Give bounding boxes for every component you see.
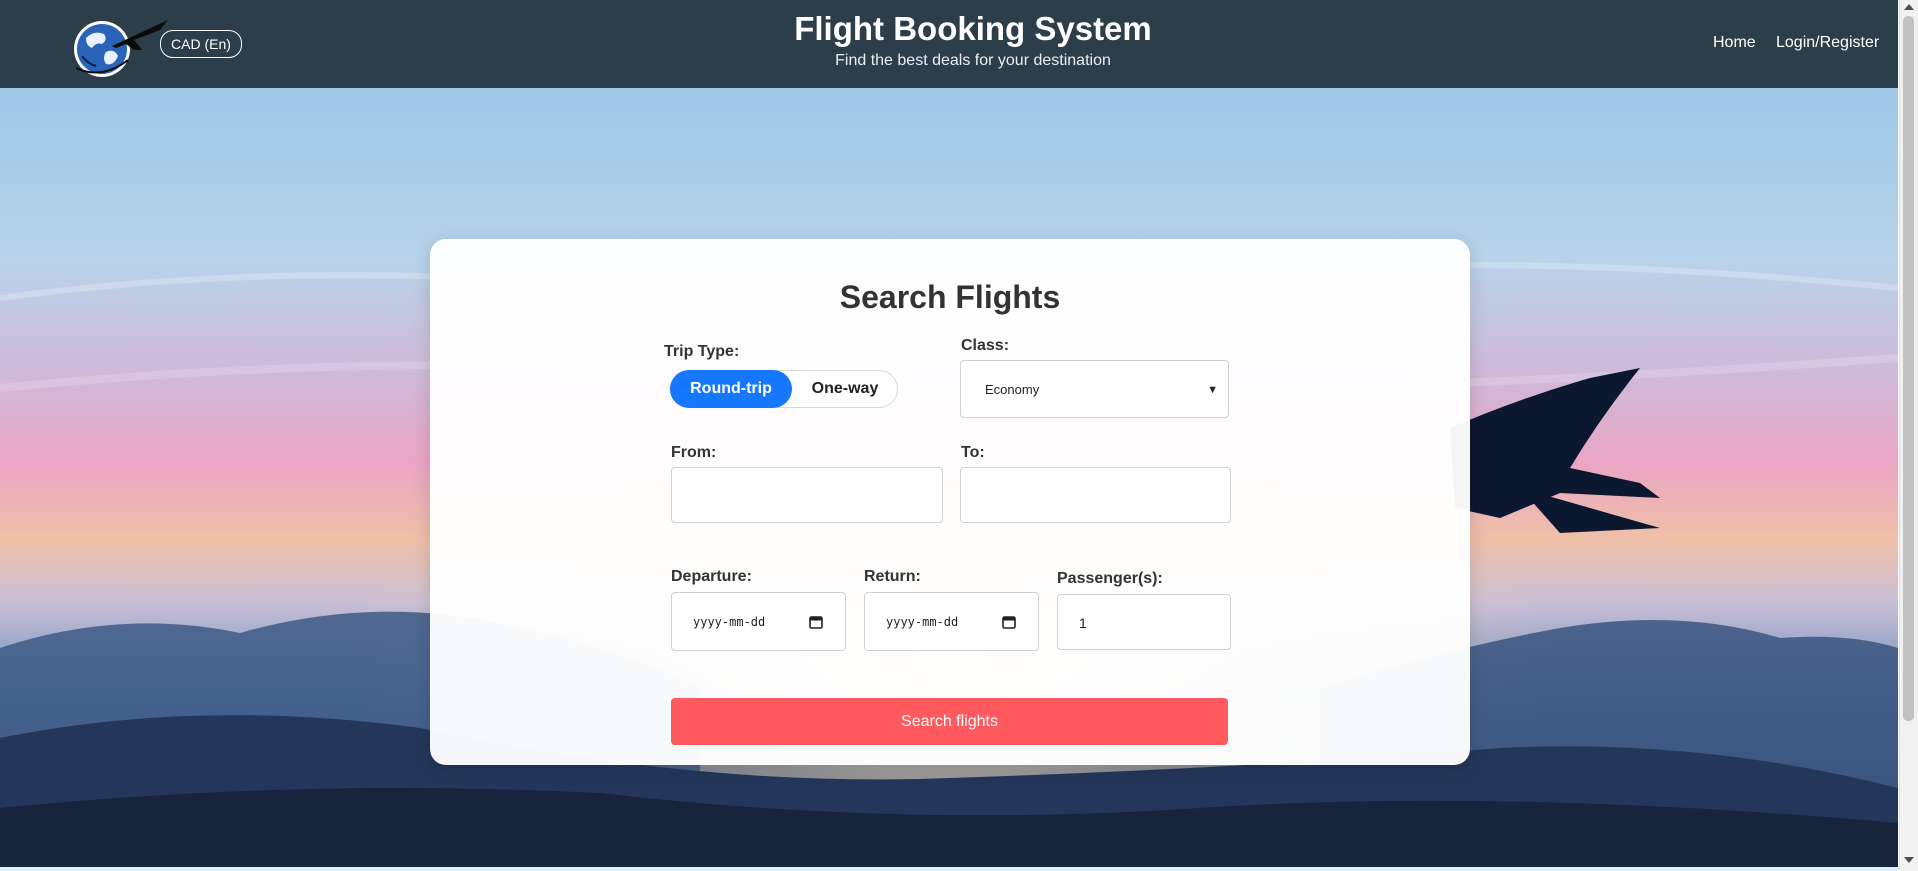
site-subtitle: Find the best deals for your destination xyxy=(835,52,1111,69)
scroll-up-arrow-icon[interactable] xyxy=(1904,4,1914,10)
class-select[interactable]: Economy ▼ xyxy=(960,360,1229,418)
trip-type-one-way[interactable]: One-way xyxy=(793,370,897,408)
site-title: Flight Booking System xyxy=(794,10,1152,47)
to-input[interactable] xyxy=(960,467,1231,523)
class-selected-value: Economy xyxy=(985,382,1040,397)
passengers-value: 1 xyxy=(1079,615,1087,631)
from-input[interactable] xyxy=(671,467,943,523)
departure-label: Departure: xyxy=(671,568,752,585)
search-flights-card: Search Flights Trip Type: Round-trip One… xyxy=(430,239,1470,765)
calendar-icon[interactable] xyxy=(1002,615,1016,629)
search-flights-heading: Search Flights xyxy=(839,279,1061,315)
trip-type-round-trip[interactable]: Round-trip xyxy=(670,370,792,408)
return-date-input[interactable]: yyyy-mm-dd xyxy=(864,592,1039,651)
scroll-down-arrow-icon[interactable] xyxy=(1904,857,1914,863)
passengers-input[interactable]: 1 xyxy=(1057,594,1231,650)
top-navbar: CAD (En) Flight Booking System Find the … xyxy=(0,0,1898,88)
page-viewport: CAD (En) Flight Booking System Find the … xyxy=(0,0,1898,867)
to-label: To: xyxy=(961,444,985,461)
departure-date-input[interactable]: yyyy-mm-dd xyxy=(671,592,846,651)
from-label: From: xyxy=(671,444,717,461)
return-label: Return: xyxy=(864,568,921,585)
chevron-down-icon: ▼ xyxy=(1207,384,1218,396)
departure-date-placeholder: yyyy-mm-dd xyxy=(693,615,766,629)
nav-home-link[interactable]: Home xyxy=(1713,34,1756,52)
class-label: Class: xyxy=(961,337,1010,354)
trip-type-label: Trip Type: xyxy=(664,343,740,360)
vertical-scrollbar[interactable] xyxy=(1899,0,1918,871)
nav-login-register-link[interactable]: Login/Register xyxy=(1776,34,1879,52)
calendar-icon[interactable] xyxy=(809,615,823,629)
passengers-label: Passenger(s): xyxy=(1057,570,1163,587)
return-date-placeholder: yyyy-mm-dd xyxy=(886,615,959,629)
trip-type-toggle: Round-trip One-way xyxy=(670,370,898,408)
page-bottom-edge xyxy=(0,867,1899,871)
scrollbar-thumb[interactable] xyxy=(1903,16,1914,721)
search-flights-button[interactable]: Search flights xyxy=(671,698,1228,745)
